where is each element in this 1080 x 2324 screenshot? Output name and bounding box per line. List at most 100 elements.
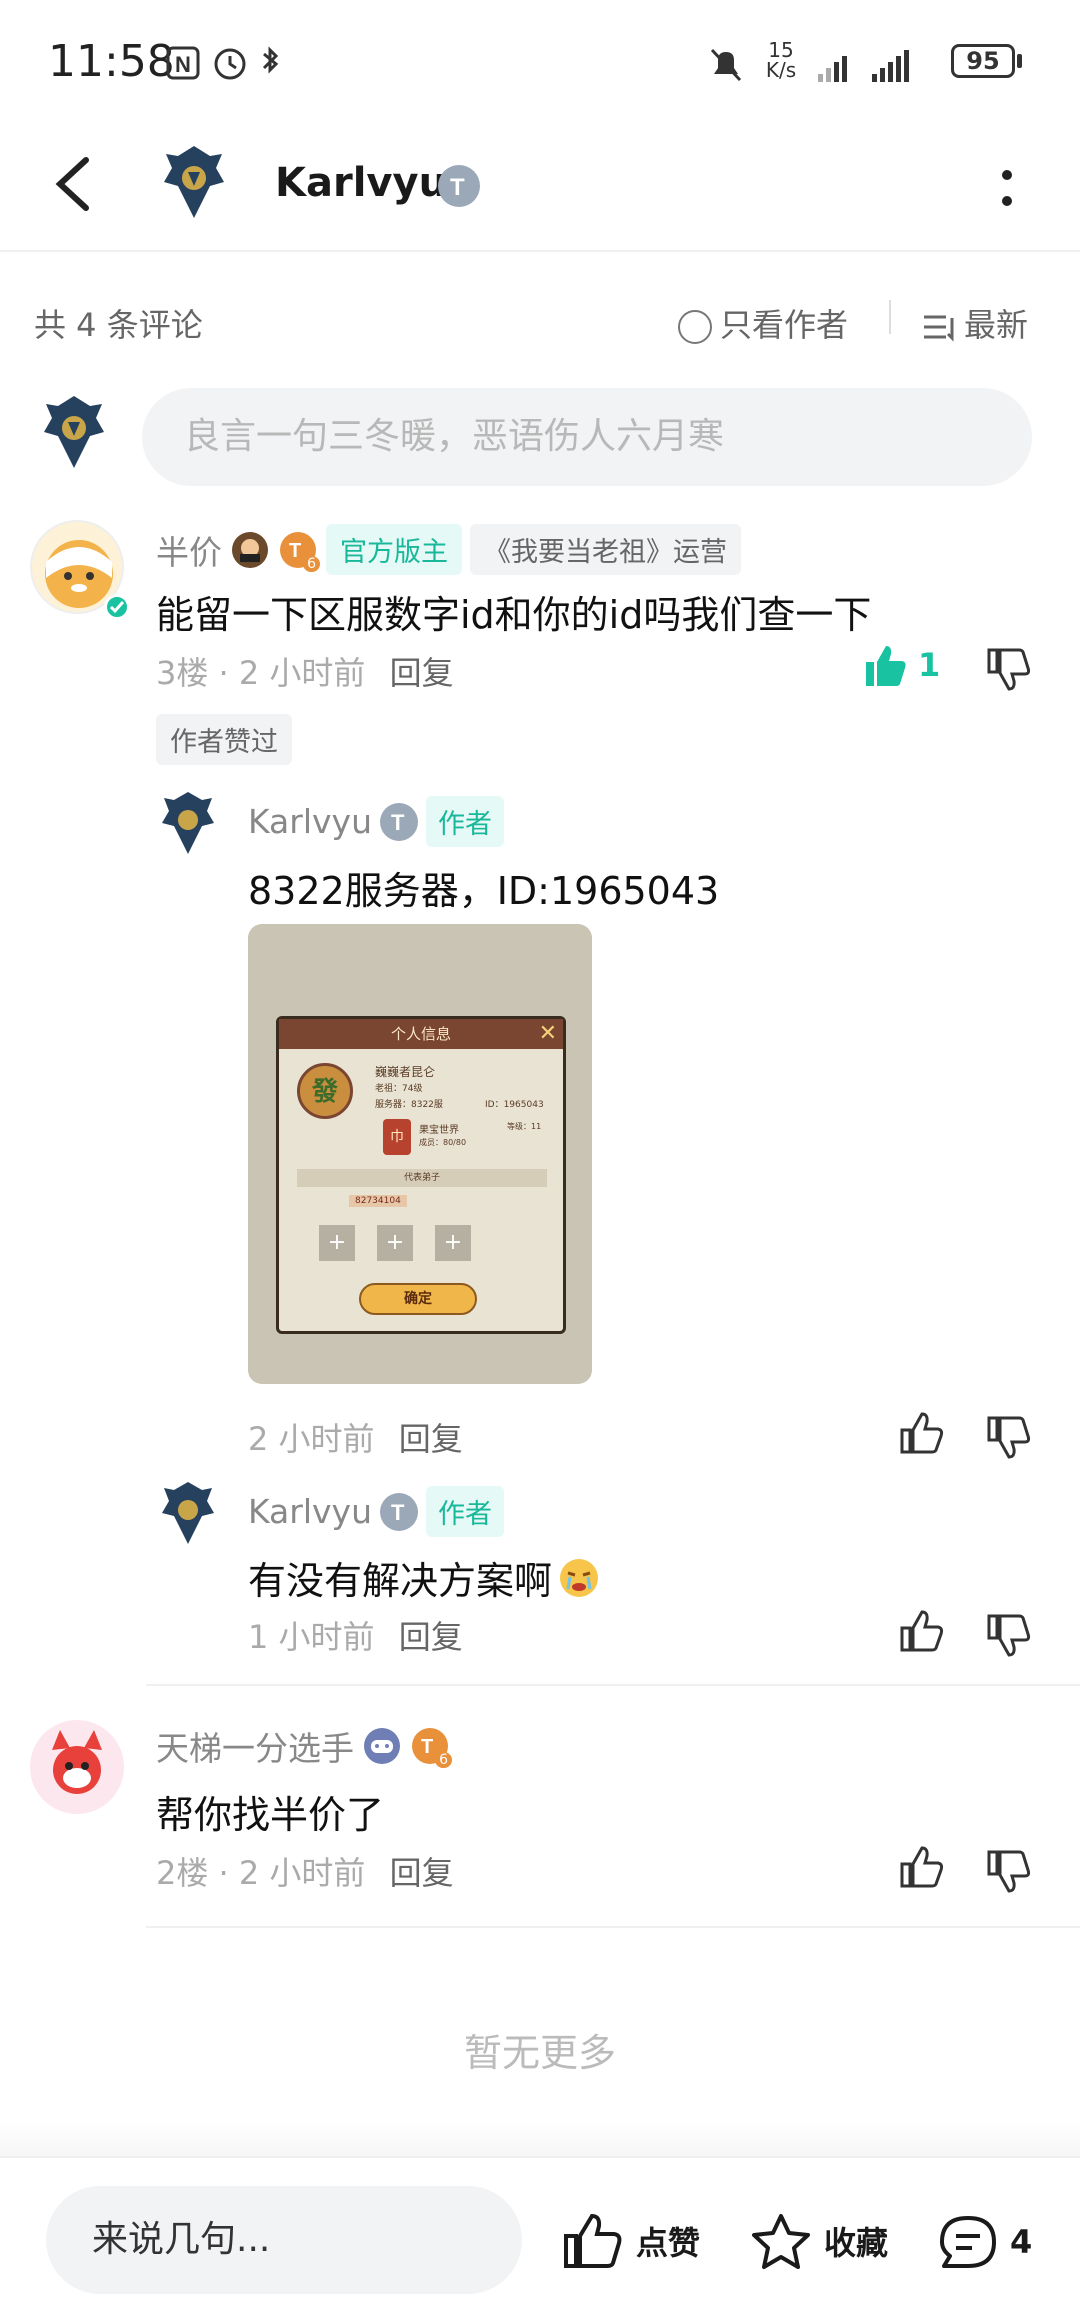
dialog-title: 个人信息	[279, 1019, 563, 1049]
reply-meta: 2 小时前 回复	[248, 1414, 463, 1460]
star-icon	[752, 2214, 810, 2269]
favorite-label: 收藏	[824, 2224, 889, 2262]
radio-icon	[678, 310, 712, 344]
comments-button[interactable]: 4	[936, 2212, 1032, 2272]
svg-text:T: T	[421, 1736, 433, 1758]
dislike-button[interactable]	[985, 1612, 1031, 1662]
fox-avatar-icon	[52, 1730, 102, 1794]
reply-meta: 1 小时前 回复	[248, 1612, 463, 1658]
comment-content: 能留一下区服数字id和你的id吗我们查一下	[156, 593, 872, 637]
disciple-section-label: 代表弟子	[297, 1169, 547, 1187]
comment-meta: 2楼 · 2 小时前 回复	[156, 1854, 454, 1892]
sort-icon	[924, 315, 954, 342]
favorite-button[interactable]: 收藏	[750, 2212, 888, 2270]
info-dialog: 个人信息 ✕ 發 巍巍者昆仑 老祖：74级 服务器：8322服 ID：19650…	[276, 1016, 566, 1334]
bottom-comment-input[interactable]: 来说几句...	[46, 2186, 522, 2294]
reply-content: 8322服务器，ID:1965043	[248, 869, 720, 913]
nfc-alarm-bluetooth-icons: N	[166, 46, 279, 80]
back-button[interactable]	[50, 152, 100, 216]
header-avatar[interactable]	[158, 142, 230, 222]
level-badge-icon: T 6	[278, 530, 320, 572]
svg-text:T: T	[289, 540, 301, 562]
close-icon: ✕	[538, 1021, 557, 1046]
comment-content: 帮你找半价了	[156, 1793, 385, 1837]
reply-avatar[interactable]	[156, 788, 220, 858]
reply-author[interactable]: Karlvyu	[248, 1492, 372, 1531]
reply-avatar[interactable]	[156, 1478, 220, 1548]
svg-text:T: T	[450, 174, 465, 201]
sort-button[interactable]: 最新	[922, 300, 1028, 346]
author-tag: 作者	[426, 1486, 504, 1537]
dislike-button[interactable]	[985, 1848, 1031, 1898]
thumbs-up-icon	[564, 2213, 622, 2268]
thumbs-down-icon	[987, 1850, 1031, 1893]
reply-time: 1 小时前	[248, 1618, 375, 1656]
thumbs-down-icon	[987, 1614, 1031, 1657]
add-slot-icon: +	[377, 1225, 413, 1261]
official-moderator-tag: 官方版主	[326, 524, 462, 575]
svg-text:T: T	[391, 810, 405, 835]
verified-icon	[104, 594, 130, 620]
raven-crest-icon	[44, 396, 104, 468]
reply-content-row: 有没有解决方案啊	[248, 1550, 602, 1605]
sect-name: 果宝世界	[419, 1125, 459, 1136]
no-more-text: 暂无更多	[463, 2031, 616, 2075]
chevron-left-icon	[55, 157, 89, 211]
reply-author-row: Karlvyu T 作者	[248, 796, 504, 847]
comment-author-row: 天梯一分选手 T 6	[156, 1722, 452, 1770]
reply-time: 2 小时前	[248, 1420, 375, 1458]
raven-crest-icon	[162, 1482, 214, 1544]
comment-meta: 3楼 · 2 小时前 回复	[156, 654, 454, 692]
reply-button[interactable]: 回复	[390, 654, 454, 692]
character-badge-icon	[232, 531, 268, 568]
net-speed-value: 15	[768, 38, 794, 62]
like-button[interactable]: 1	[862, 642, 940, 688]
dislike-button[interactable]	[985, 1414, 1031, 1464]
like-post-button[interactable]: 点赞	[562, 2212, 700, 2270]
reply-button[interactable]: 回复	[390, 1854, 454, 1892]
sect-members: 成员：80/80	[419, 1138, 467, 1147]
reply-content: 有没有解决方案啊	[248, 1559, 553, 1603]
like-label: 点赞	[636, 2224, 701, 2262]
thumbs-up-icon	[900, 1412, 944, 1454]
comment-count-badge: 4	[1010, 2223, 1033, 2261]
dislike-button[interactable]	[985, 646, 1031, 696]
like-button[interactable]	[898, 1844, 944, 1894]
level-badge-icon: T 6	[410, 1726, 452, 1768]
only-author-toggle[interactable]: 只看作者	[678, 300, 848, 346]
only-author-label: 只看作者	[720, 306, 849, 344]
net-speed: 15 K/s	[758, 40, 804, 80]
comment-divider	[146, 1926, 1080, 1928]
mute-icon	[706, 44, 746, 84]
add-slot-icon: +	[435, 1225, 471, 1261]
comment-input[interactable]: 良言一句三冬暖，恶语伤人六月寒	[142, 388, 1032, 486]
level-number: 6	[435, 1752, 452, 1768]
like-count: 1	[918, 646, 941, 684]
player-server: 服务器：8322服	[375, 1100, 443, 1110]
comment-author-row: 半价 T 6 官方版主 《我要当老祖》运营	[156, 524, 741, 575]
like-button[interactable]	[898, 1608, 944, 1658]
reply-author[interactable]: Karlvyu	[248, 802, 372, 841]
comment-count: 共 4 条评论	[34, 306, 203, 344]
crying-emoji-icon	[560, 1558, 599, 1597]
more-vertical-icon	[1002, 170, 1012, 206]
player-id: ID：1965043	[485, 1100, 544, 1110]
thumbs-up-icon	[900, 1610, 944, 1652]
reply-button[interactable]: 回复	[399, 1618, 463, 1656]
comment-divider	[146, 1684, 1080, 1686]
reply-button[interactable]: 回复	[399, 1420, 463, 1458]
sect-level: 等级：11	[507, 1122, 542, 1131]
power-value: 82734104	[349, 1195, 407, 1207]
avatar[interactable]	[30, 1720, 124, 1814]
thumbs-up-filled-icon	[866, 646, 906, 686]
comment-author[interactable]: 天梯一分选手	[156, 1722, 354, 1770]
raven-crest-icon	[162, 792, 214, 854]
like-button[interactable]	[898, 1410, 944, 1460]
add-slot-icon: +	[319, 1225, 355, 1261]
more-options-button[interactable]	[1000, 168, 1014, 208]
battery-icon: 95	[951, 44, 1015, 78]
author-liked-badge: 作者赞过	[156, 714, 292, 765]
status-time: 11:58	[48, 36, 175, 87]
reply-image[interactable]: 个人信息 ✕ 發 巍巍者昆仑 老祖：74级 服务器：8322服 ID：19650…	[248, 924, 592, 1384]
comment-author[interactable]: 半价	[156, 526, 222, 574]
